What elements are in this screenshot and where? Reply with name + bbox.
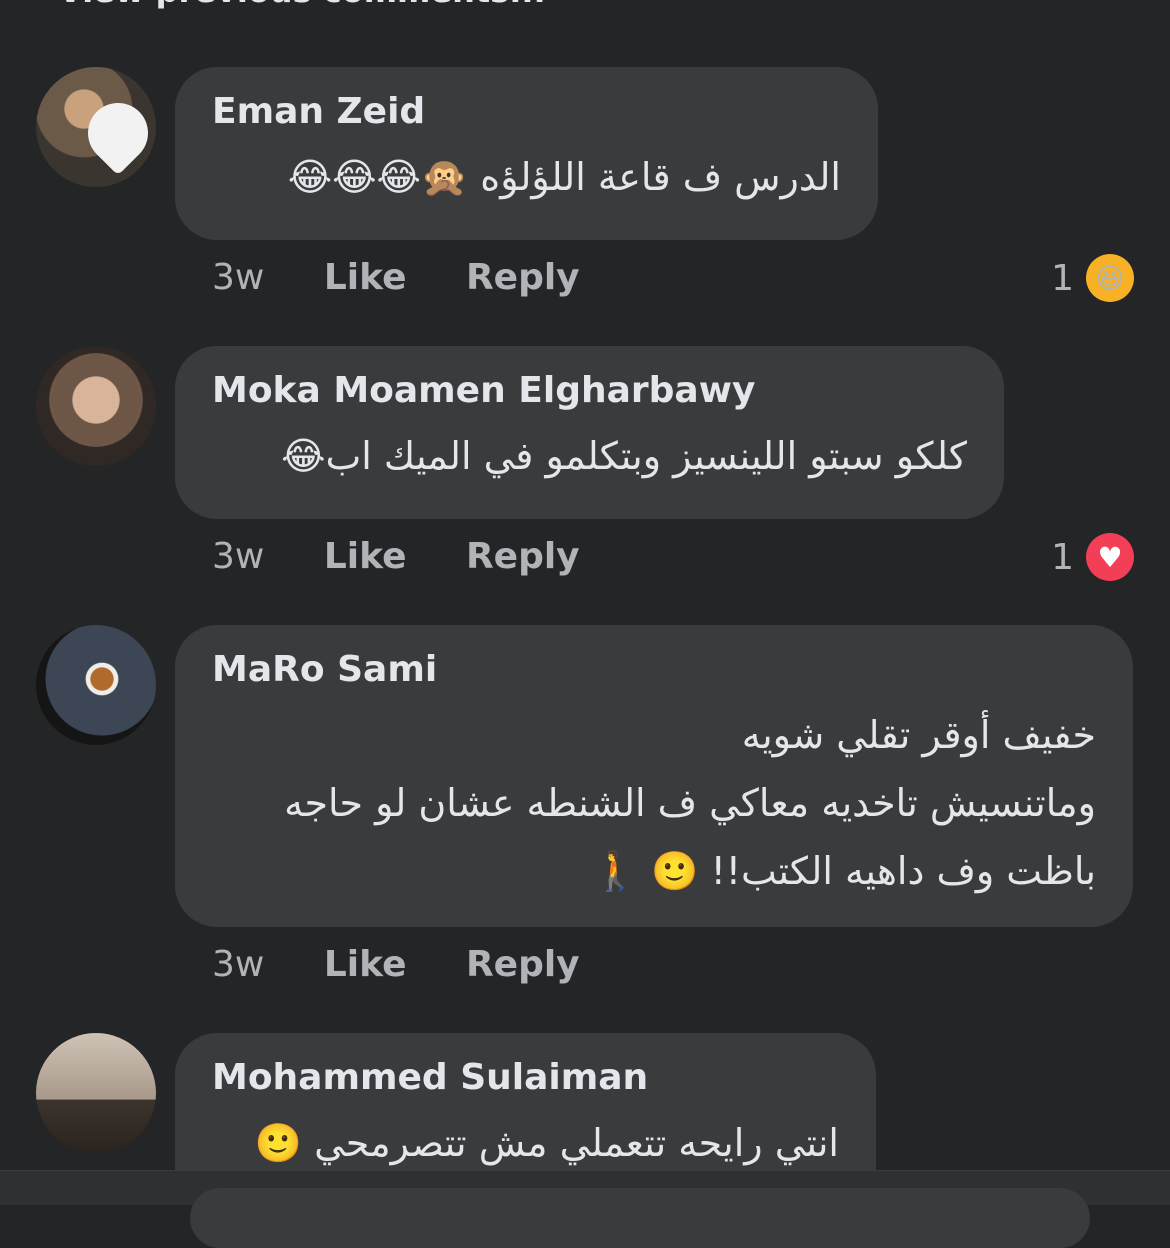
reply-button[interactable]: Reply [466, 536, 580, 577]
like-button[interactable]: Like [324, 536, 407, 577]
reply-button[interactable]: Reply [466, 257, 580, 298]
comment-line: باظت وف داهيه الكتب!! 🙂 🚶 [591, 849, 1096, 893]
avatar[interactable] [36, 1033, 156, 1153]
reaction-summary[interactable]: 1 ♥ [1051, 533, 1134, 581]
reaction-summary[interactable]: 1 😆 [1051, 254, 1134, 302]
comment-time: 3w [212, 944, 265, 985]
reaction-count: 1 [1051, 257, 1074, 299]
reaction-count: 1 [1051, 536, 1074, 578]
comment-time: 3w [212, 257, 265, 298]
comment-bubble[interactable]: Eman Zeid الدرس ف قاعة اللؤلؤه 🙊😂😂😂 [175, 67, 878, 240]
avatar[interactable] [36, 67, 156, 187]
comment-text: خفيف أوقر تقلي شويه وماتنسيش تاخديه معاك… [212, 701, 1096, 905]
comment-bubble[interactable]: MaRo Sami خفيف أوقر تقلي شويه وماتنسيش ت… [175, 625, 1133, 927]
view-previous-comments-link[interactable]: View previous comments... [58, 0, 546, 10]
commenter-name[interactable]: MaRo Sami [212, 647, 1096, 693]
reply-button[interactable]: Reply [466, 944, 580, 985]
comment-actions: 3w Like Reply [212, 535, 628, 579]
comment-input[interactable] [190, 1188, 1090, 1248]
avatar[interactable] [36, 346, 156, 466]
commenter-name[interactable]: Eman Zeid [212, 89, 841, 135]
comment-text: الدرس ف قاعة اللؤلؤه 🙊😂😂😂 [287, 155, 841, 199]
commenter-name[interactable]: Moka Moamen Elgharbawy [212, 368, 967, 414]
heart-sticker [75, 90, 156, 176]
comment-actions: 3w Like Reply [212, 256, 628, 300]
love-icon: ♥ [1086, 533, 1134, 581]
like-button[interactable]: Like [324, 257, 407, 298]
comment-line: وماتنسيش تاخديه معاكي ف الشنطه عشان لو ح… [284, 781, 1096, 825]
comment-text: انتي رايحه تتعملي مش تتصرمحي 🙂 [254, 1121, 839, 1165]
avatar[interactable] [36, 625, 156, 745]
haha-icon: 😆 [1086, 254, 1134, 302]
comment-line: خفيف أوقر تقلي شويه [741, 713, 1096, 757]
comment-bubble[interactable]: Moka Moamen Elgharbawy كلكو سبتو اللينسي… [175, 346, 1004, 519]
commenter-name[interactable]: Mohammed Sulaiman [212, 1055, 839, 1101]
comment-text: كلكو سبتو اللينسيز وبتكلمو في الميك اب😂 [281, 434, 967, 478]
comment-time: 3w [212, 536, 265, 577]
comment-actions: 3w Like Reply [212, 943, 628, 987]
like-button[interactable]: Like [324, 944, 407, 985]
